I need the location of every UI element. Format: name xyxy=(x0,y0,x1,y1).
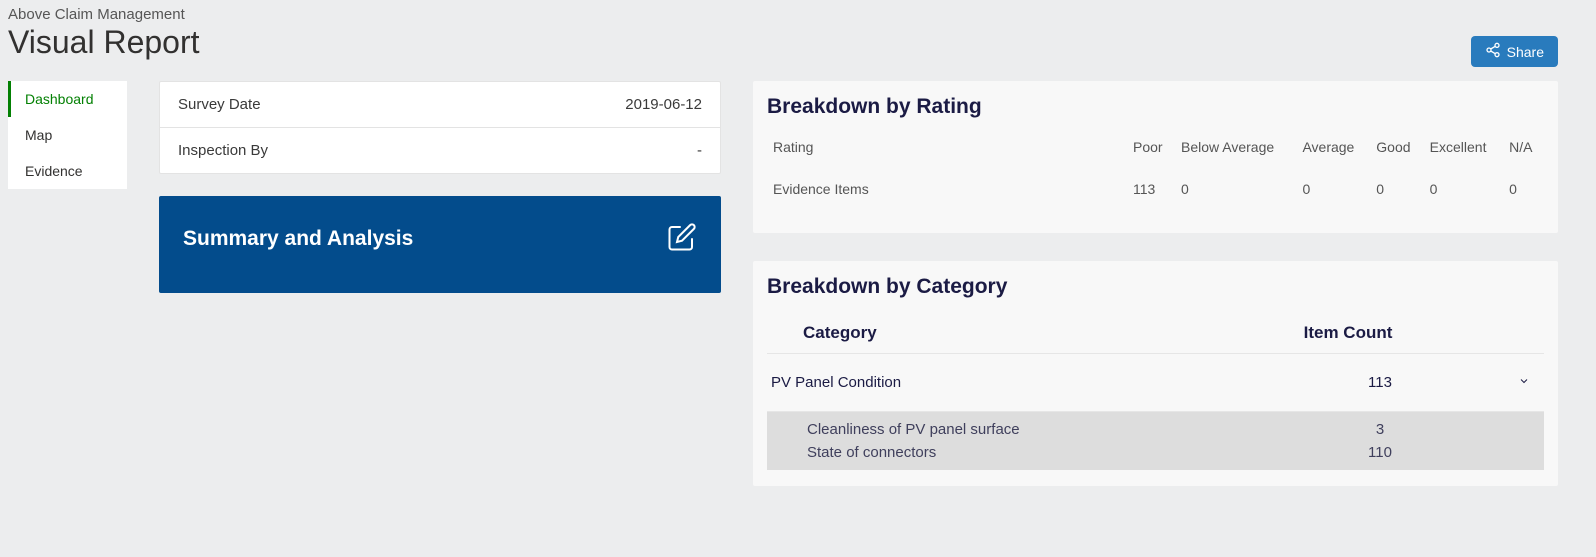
rating-values-row: Evidence Items 113 0 0 0 0 0 xyxy=(767,175,1544,217)
sidebar: Dashboard Map Evidence xyxy=(8,81,127,189)
sidebar-item-map[interactable]: Map xyxy=(8,117,127,153)
info-row-survey-date: Survey Date 2019-06-12 xyxy=(160,82,720,128)
main-layout: Dashboard Map Evidence Survey Date 2019-… xyxy=(0,67,1596,486)
info-panel: Survey Date 2019-06-12 Inspection By - xyxy=(159,81,721,174)
survey-date-label: Survey Date xyxy=(178,96,261,113)
rating-col-na: N/A xyxy=(1503,133,1544,175)
header-left: Above Claim Management Visual Report xyxy=(8,6,200,61)
sub-row-cleanliness[interactable]: Cleanliness of PV panel surface 3 xyxy=(767,418,1544,441)
evidence-val-poor: 113 xyxy=(1127,175,1175,217)
sub-row-name: State of connectors xyxy=(807,444,1280,461)
evidence-val-good: 0 xyxy=(1370,175,1423,217)
page-title: Visual Report xyxy=(8,23,200,61)
rating-col-below-average: Below Average xyxy=(1175,133,1296,175)
right-column: Breakdown by Rating Rating Poor Below Av… xyxy=(753,81,1588,486)
evidence-val-na: 0 xyxy=(1503,175,1544,217)
inspection-by-label: Inspection By xyxy=(178,142,268,159)
rating-col-poor: Poor xyxy=(1127,133,1175,175)
rating-table: Rating Poor Below Average Average Good E… xyxy=(767,133,1544,217)
sub-row-count: 110 xyxy=(1280,444,1480,461)
category-toggle-col xyxy=(1448,323,1508,343)
rating-row-label: Rating xyxy=(767,133,1127,175)
info-row-inspection-by: Inspection By - xyxy=(160,128,720,173)
share-button[interactable]: Share xyxy=(1471,36,1558,67)
page-header: Above Claim Management Visual Report Sha… xyxy=(0,0,1596,67)
breakdown-by-rating: Breakdown by Rating Rating Poor Below Av… xyxy=(753,81,1558,233)
evidence-val-excellent: 0 xyxy=(1424,175,1503,217)
sub-row-connectors[interactable]: State of connectors 110 xyxy=(767,441,1544,464)
share-icon xyxy=(1485,42,1501,61)
category-row-pv-panel[interactable]: PV Panel Condition 113 xyxy=(767,354,1544,412)
inspection-by-value: - xyxy=(697,142,702,159)
chevron-down-icon[interactable] xyxy=(1480,374,1540,391)
evidence-val-average: 0 xyxy=(1296,175,1370,217)
survey-date-value: 2019-06-12 xyxy=(625,96,702,113)
evidence-val-below-average: 0 xyxy=(1175,175,1296,217)
category-col-header: Category xyxy=(803,323,1248,343)
category-sub-rows: Cleanliness of PV panel surface 3 State … xyxy=(767,412,1544,470)
breakdown-category-title: Breakdown by Category xyxy=(767,275,1544,299)
breakdown-rating-title: Breakdown by Rating xyxy=(767,95,1544,119)
breakdown-by-category: Breakdown by Category Category Item Coun… xyxy=(753,261,1558,486)
summary-title: Summary and Analysis xyxy=(183,227,413,251)
edit-icon[interactable] xyxy=(667,222,697,255)
center-column: Survey Date 2019-06-12 Inspection By - S… xyxy=(159,81,721,293)
sub-row-count: 3 xyxy=(1280,421,1480,438)
rating-header-row: Rating Poor Below Average Average Good E… xyxy=(767,133,1544,175)
item-count-col-header: Item Count xyxy=(1248,323,1448,343)
rating-col-excellent: Excellent xyxy=(1424,133,1503,175)
sidebar-item-evidence[interactable]: Evidence xyxy=(8,153,127,189)
summary-card: Summary and Analysis xyxy=(159,196,721,293)
category-name: PV Panel Condition xyxy=(771,374,1280,391)
sidebar-item-dashboard[interactable]: Dashboard xyxy=(8,81,127,117)
evidence-items-label: Evidence Items xyxy=(767,175,1127,217)
sub-row-name: Cleanliness of PV panel surface xyxy=(807,421,1280,438)
share-label: Share xyxy=(1507,44,1544,60)
rating-col-good: Good xyxy=(1370,133,1423,175)
category-header-row: Category Item Count xyxy=(767,313,1544,354)
category-count: 113 xyxy=(1280,374,1480,391)
rating-col-average: Average xyxy=(1296,133,1370,175)
breadcrumb[interactable]: Above Claim Management xyxy=(8,6,200,23)
